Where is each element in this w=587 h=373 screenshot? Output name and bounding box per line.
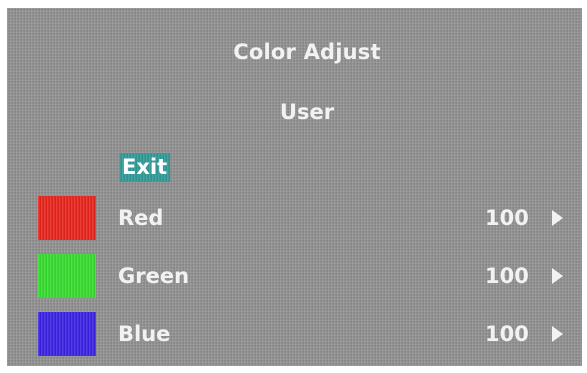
menu-item-label[interactable]: Blue <box>118 322 170 346</box>
menu-item-value: 100 <box>485 206 529 230</box>
arrow-right-icon[interactable] <box>552 210 563 226</box>
green-swatch <box>38 254 96 298</box>
menu-item-green[interactable]: Green 100 <box>7 254 582 298</box>
blue-swatch <box>38 312 96 356</box>
exit-button[interactable]: Exit <box>119 153 171 182</box>
menu-item-value: 100 <box>485 322 529 346</box>
menu-subtitle: User <box>279 100 335 124</box>
color-adjust-menu: Color Adjust User Exit Red 100 Green 100… <box>7 8 582 366</box>
red-swatch <box>38 196 96 240</box>
arrow-right-icon[interactable] <box>552 326 563 342</box>
menu-item-value: 100 <box>485 264 529 288</box>
menu-item-red[interactable]: Red 100 <box>7 196 582 240</box>
menu-item-blue[interactable]: Blue 100 <box>7 312 582 356</box>
menu-item-label[interactable]: Green <box>118 264 189 288</box>
menu-title: Color Adjust <box>233 40 381 64</box>
arrow-right-icon[interactable] <box>552 268 563 284</box>
menu-item-label[interactable]: Red <box>118 206 163 230</box>
